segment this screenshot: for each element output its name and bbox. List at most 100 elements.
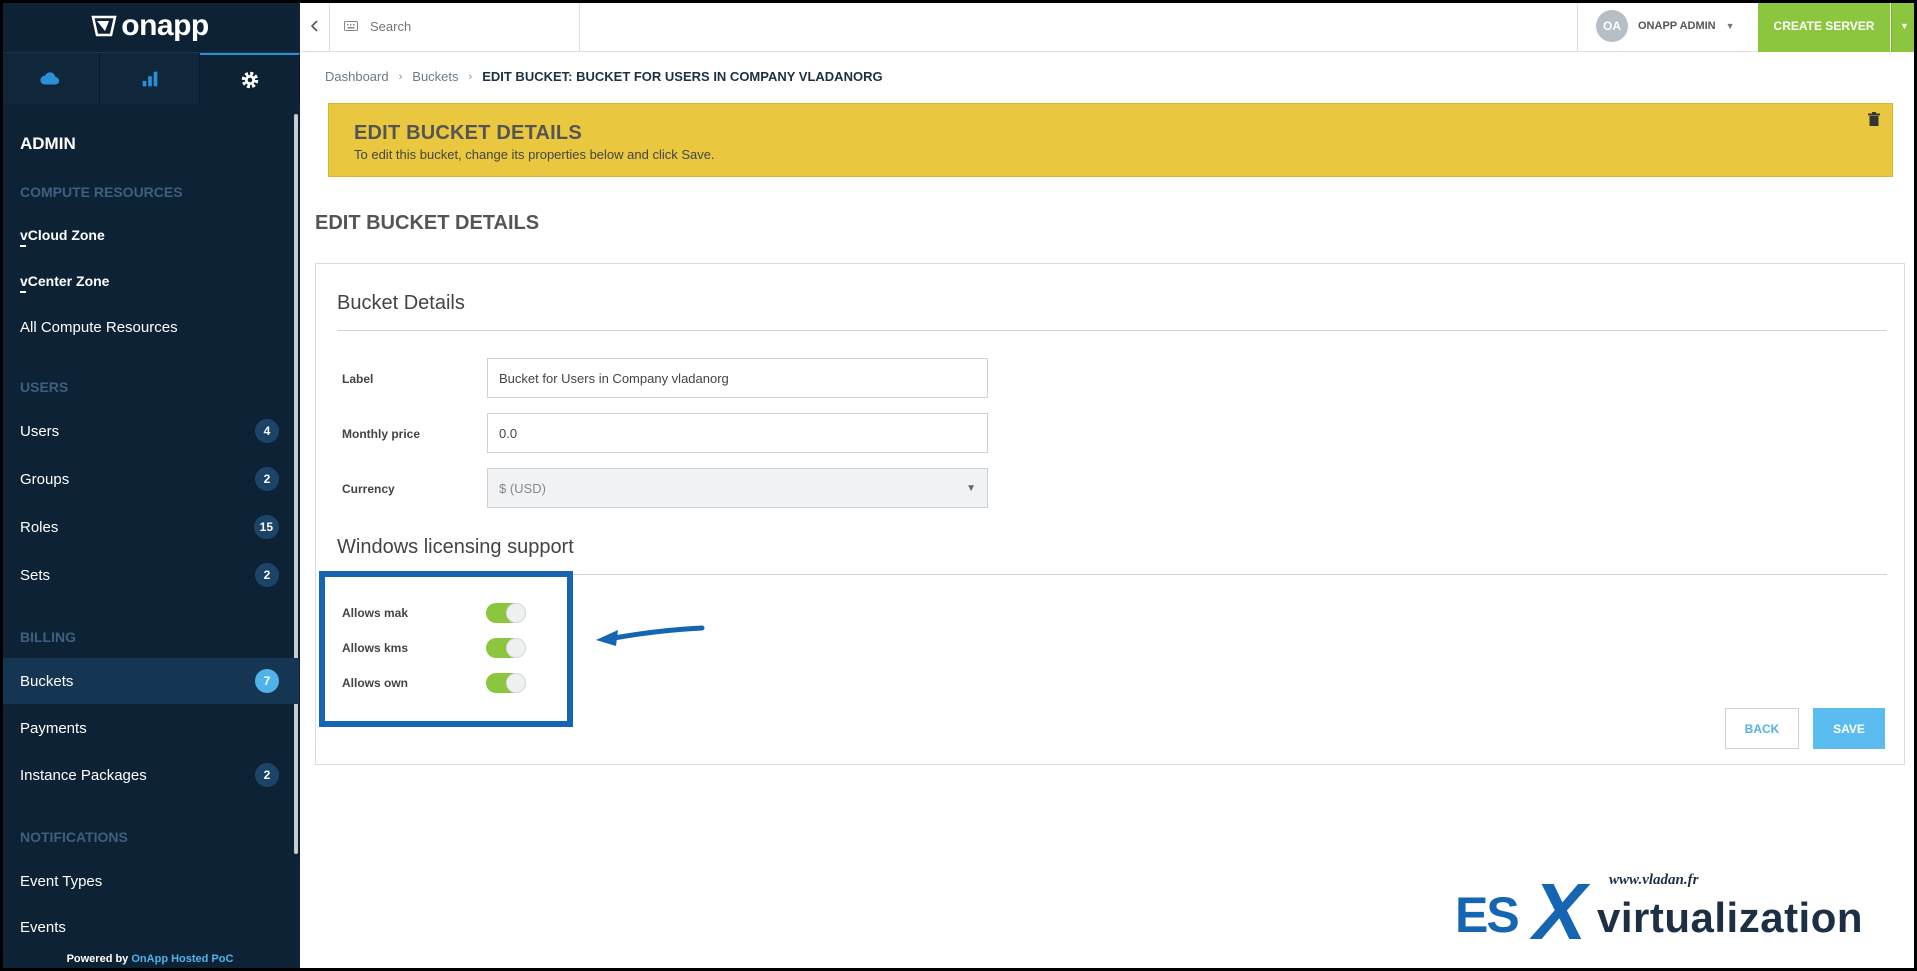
avatar: OA	[1596, 10, 1628, 42]
top-bar: OA ONAPP ADMIN ▼ CREATE SERVER ▼	[300, 0, 1917, 52]
search-input[interactable]	[370, 18, 550, 34]
section-users: USERS	[20, 379, 69, 395]
sidebar: onapp ADMIN COMPUTE RESOURCES vCloud Zon…	[0, 0, 300, 971]
section-compute-resources: COMPUTE RESOURCES	[20, 184, 183, 200]
tab-statistics[interactable]	[100, 53, 200, 104]
bar-chart-icon	[142, 71, 157, 86]
sidebar-item-label: Events	[20, 918, 66, 936]
sidebar-item-users[interactable]: Users 4	[3, 408, 299, 454]
trash-icon[interactable]	[1868, 112, 1880, 126]
section-title-windows-licensing: Windows licensing support	[337, 536, 574, 558]
annotation-arrow-icon	[596, 625, 705, 646]
info-banner: EDIT BUCKET DETAILS To edit this bucket,…	[328, 103, 1893, 177]
divider	[337, 330, 1887, 331]
allows-mak-label: Allows mak	[342, 606, 409, 620]
currency-select[interactable]: $ (USD) ▼	[487, 468, 988, 508]
sidebar-footer: Powered by OnApp Hosted PoC	[0, 953, 300, 965]
chevron-left-icon	[310, 20, 318, 32]
sidebar-item-label: Payments	[20, 719, 87, 737]
save-button[interactable]: SAVE	[1813, 708, 1885, 749]
monthly-price-input[interactable]: 0.0	[487, 413, 988, 453]
sidebar-item-instance-packages[interactable]: Instance Packages 2	[3, 752, 299, 798]
sidebar-item-sets[interactable]: Sets 2	[3, 552, 299, 598]
chevron-right-icon: ›	[468, 70, 473, 83]
allows-own-label: Allows own	[342, 676, 408, 690]
currency-label: Currency	[342, 482, 395, 496]
sidebar-item-label: Instance Packages	[20, 766, 147, 784]
item-underline	[20, 245, 26, 247]
caret-down-icon: ▼	[966, 482, 976, 494]
tab-cloud[interactable]	[0, 53, 100, 104]
sidebar-item-label: vCenter Zone	[20, 273, 110, 289]
sidebar-heading: ADMIN	[20, 134, 76, 153]
sidebar-item-events[interactable]: Events	[3, 904, 299, 950]
back-button[interactable]: BACK	[1725, 708, 1799, 749]
sidebar-tabs	[0, 52, 300, 104]
sidebar-item-label: Event Types	[20, 872, 103, 890]
create-server-button[interactable]: CREATE SERVER	[1758, 0, 1890, 52]
sidebar-item-label: Users	[20, 422, 60, 440]
allows-own-toggle[interactable]	[486, 673, 526, 693]
keyboard-icon	[344, 21, 358, 31]
label-input[interactable]: Bucket for Users in Company vladanorg	[487, 358, 988, 398]
allows-kms-label: Allows kms	[342, 641, 409, 655]
toggle-knob	[506, 638, 526, 658]
watermark-brand-suffix: virtualization	[1597, 894, 1864, 941]
sidebar-item-buckets[interactable]: Buckets 7	[3, 658, 299, 704]
breadcrumb-current: EDIT BUCKET: BUCKET FOR USERS IN COMPANY…	[482, 69, 883, 84]
caret-down-icon: ▼	[1900, 21, 1909, 31]
sidebar-item-label: vCloud Zone	[20, 227, 105, 243]
footer-prefix: Powered by	[66, 953, 129, 965]
search-box	[330, 0, 580, 52]
count-badge: 15	[253, 515, 279, 539]
count-badge: 7	[255, 669, 279, 693]
sidebar-item-event-types[interactable]: Event Types	[3, 858, 299, 904]
onapp-logo-icon	[91, 15, 117, 37]
sidebar-item-label: Buckets	[20, 672, 74, 690]
item-underline	[20, 291, 26, 293]
sidebar-item-label: Sets	[20, 566, 51, 584]
toggle-knob	[506, 603, 526, 623]
watermark: www.vladan.fr ES X virtualization	[1455, 870, 1895, 952]
count-badge: 4	[255, 419, 279, 443]
allows-kms-toggle[interactable]	[486, 638, 526, 658]
sidebar-item-groups[interactable]: Groups 2	[3, 456, 299, 502]
divider	[337, 574, 1887, 575]
count-badge: 2	[255, 763, 279, 787]
breadcrumb-item-dashboard[interactable]: Dashboard	[325, 69, 389, 84]
section-notifications: NOTIFICATIONS	[20, 829, 128, 845]
watermark-brand-prefix: ES	[1455, 887, 1520, 943]
count-badge: 2	[255, 563, 279, 587]
brand-logo[interactable]: onapp	[0, 0, 300, 52]
watermark-brand-x: X	[1533, 867, 1587, 956]
allows-mak-toggle[interactable]	[486, 603, 526, 623]
sidebar-item-vcenter-zone[interactable]: vCenter Zone	[3, 258, 299, 304]
label-field-label: Label	[342, 372, 374, 386]
section-billing: BILLING	[20, 629, 76, 645]
chevron-right-icon: ›	[398, 70, 403, 83]
breadcrumb-item-buckets[interactable]: Buckets	[412, 69, 458, 84]
user-menu[interactable]: OA ONAPP ADMIN ▼	[1577, 0, 1758, 52]
sidebar-item-payments[interactable]: Payments	[3, 705, 299, 751]
breadcrumb: Dashboard › Buckets › EDIT BUCKET: BUCKE…	[325, 69, 883, 84]
sidebar-item-vcloud-zone[interactable]: vCloud Zone	[3, 212, 299, 258]
create-server-dropdown[interactable]: ▼	[1891, 0, 1917, 52]
gear-icon	[241, 71, 258, 88]
count-badge: 2	[255, 467, 279, 491]
page-title: EDIT BUCKET DETAILS	[315, 212, 540, 234]
sidebar-item-all-compute-resources[interactable]: All Compute Resources	[3, 304, 299, 350]
tab-settings[interactable]	[200, 53, 300, 104]
caret-down-icon: ▼	[1725, 21, 1735, 31]
bucket-form-card: Bucket Details Label Bucket for Users in…	[315, 263, 1905, 765]
brand-name: onapp	[121, 9, 209, 42]
sidebar-item-roles[interactable]: Roles 15	[3, 504, 299, 550]
watermark-url: www.vladan.fr	[1609, 872, 1699, 888]
toggle-knob	[506, 673, 526, 693]
cloud-icon	[39, 71, 59, 84]
collapse-sidebar-button[interactable]	[300, 0, 330, 52]
footer-link[interactable]: OnApp Hosted PoC	[131, 953, 233, 965]
monthly-price-label: Monthly price	[342, 427, 421, 441]
user-name: ONAPP ADMIN	[1638, 20, 1716, 32]
sidebar-item-label: Groups	[20, 470, 70, 488]
section-title-bucket-details: Bucket Details	[337, 292, 465, 314]
